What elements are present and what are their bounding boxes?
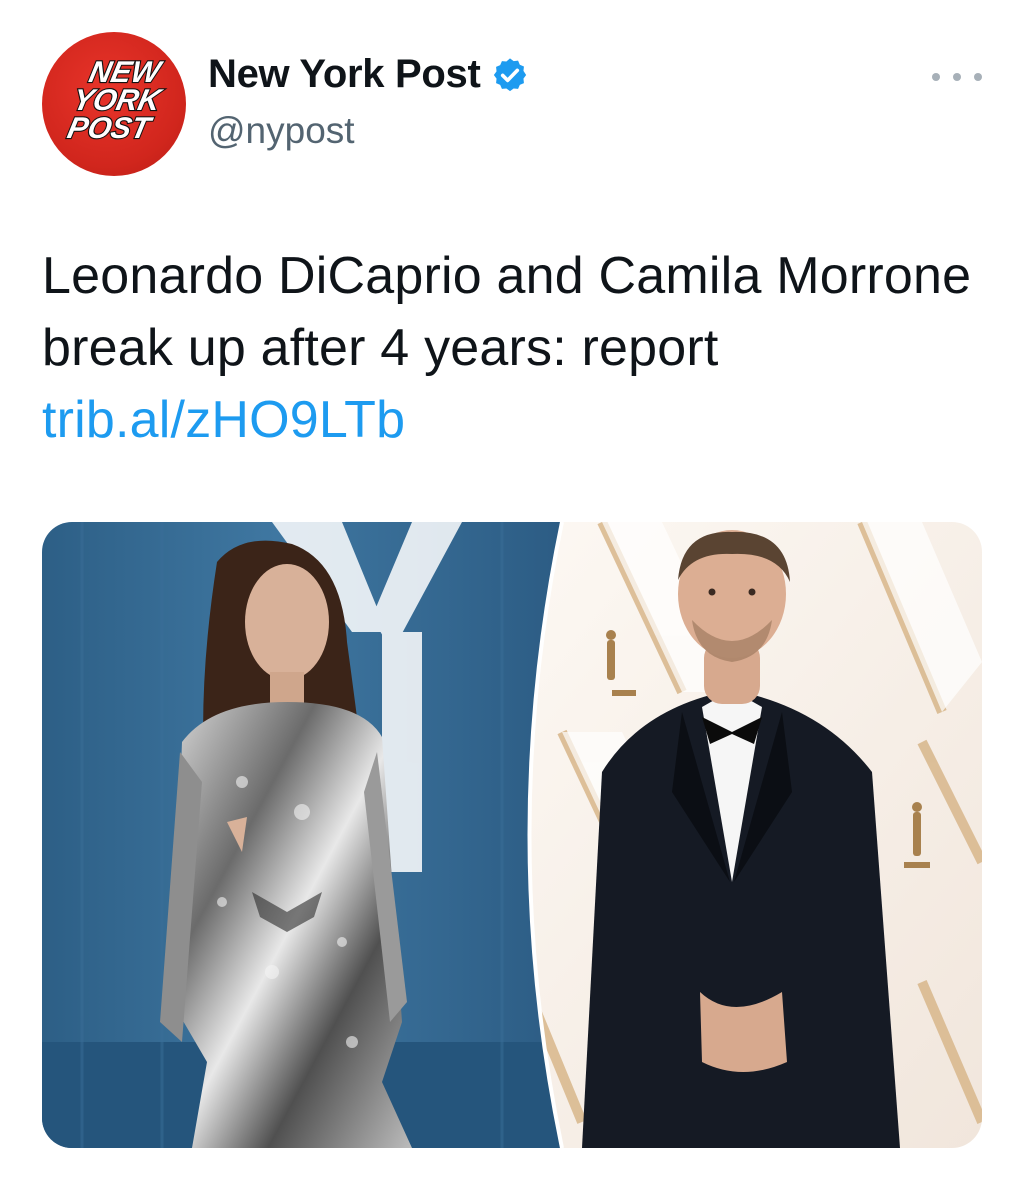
tweet-body: Leonardo DiCaprio and Camila Morrone bre… — [42, 247, 972, 377]
logo-line-post: POST — [64, 112, 155, 145]
more-options-button[interactable] — [932, 62, 982, 92]
user-handle[interactable]: @nypost — [208, 110, 355, 152]
more-horizontal-icon — [932, 73, 940, 81]
tweet-media-image[interactable] — [42, 522, 982, 1148]
right-photo-panel — [482, 522, 982, 1148]
avatar[interactable]: NEW YORK POST — [42, 32, 186, 176]
more-horizontal-icon — [953, 73, 961, 81]
verified-badge-icon — [491, 56, 529, 94]
tweet-link[interactable]: trib.al/zHO9LTb — [42, 391, 405, 449]
nypost-logo: NEW YORK POST — [63, 55, 166, 146]
tweet-card: NEW YORK POST New York Post @nypost Leon… — [0, 0, 1024, 1196]
display-name[interactable]: New York Post — [208, 52, 481, 97]
left-photo-panel — [42, 522, 562, 1148]
account-name-row: New York Post — [208, 52, 529, 97]
more-horizontal-icon — [974, 73, 982, 81]
tweet-text: Leonardo DiCaprio and Camila Morrone bre… — [42, 240, 982, 456]
